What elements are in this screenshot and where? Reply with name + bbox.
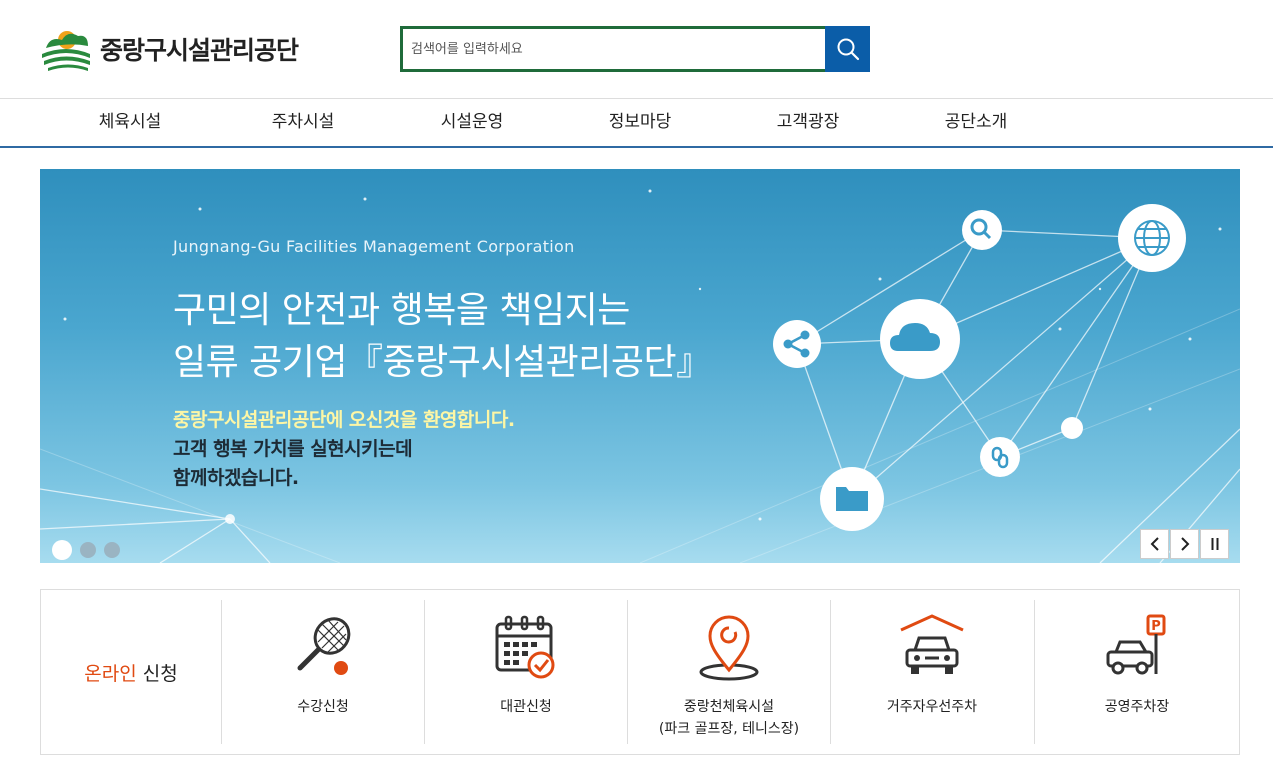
banner-title-line2: 일류 공기업『중랑구시설관리공단』 bbox=[173, 342, 712, 383]
chevron-right-icon bbox=[1180, 537, 1189, 551]
slide-dot-1[interactable] bbox=[52, 540, 72, 560]
nav-item-about[interactable]: 공단소개 bbox=[916, 99, 1036, 147]
quick-item-label-line1: 중랑천체육시설 bbox=[683, 699, 775, 715]
quick-menu-label-rest: 신청 bbox=[142, 662, 178, 685]
nav-item-info[interactable]: 정보마당 bbox=[580, 99, 700, 147]
search-button[interactable] bbox=[825, 26, 870, 72]
search-icon bbox=[837, 38, 859, 61]
main-banner[interactable]: Jungnang-Gu Facilities Management Corpor… bbox=[40, 169, 1240, 563]
banner-title-line1: 구민의 안전과 행복을 책임지는 bbox=[173, 290, 630, 331]
site-header: 중랑구시설관리공단 bbox=[0, 0, 1273, 98]
location-pin-icon bbox=[699, 615, 759, 681]
site-logo[interactable]: 중랑구시설관리공단 bbox=[40, 26, 299, 72]
calendar-check-icon bbox=[495, 615, 555, 679]
pause-icon bbox=[1211, 538, 1218, 550]
quick-item-label: 중랑천체육시설 (파크 골프장, 테니스장) bbox=[628, 696, 830, 740]
quick-item-label-line2: (파크 골프장, 테니스장) bbox=[658, 721, 800, 737]
next-slide-button[interactable] bbox=[1170, 529, 1199, 559]
svg-text:P: P bbox=[1151, 619, 1161, 634]
garage-car-icon bbox=[900, 614, 964, 674]
quick-item-label: 공영주차장 bbox=[1104, 699, 1170, 715]
nav-item-operations[interactable]: 시설운영 bbox=[412, 99, 532, 147]
quick-menu-label-highlight: 온라인 bbox=[84, 662, 137, 685]
quick-item-jungnangcheon-sports[interactable]: 중랑천체육시설 (파크 골프장, 테니스장) bbox=[627, 600, 830, 744]
quick-item-resident-parking[interactable]: 거주자우선주차 bbox=[830, 600, 1033, 744]
nav-item-sports[interactable]: 체육시설 bbox=[70, 99, 190, 147]
search-input[interactable] bbox=[400, 26, 825, 72]
main-nav: 체육시설 주차시설 시설운영 정보마당 고객광장 공단소개 bbox=[0, 98, 1273, 148]
quick-menu-label: 온라인 신청 bbox=[41, 590, 221, 754]
tennis-racket-icon bbox=[297, 617, 351, 675]
pause-slide-button[interactable] bbox=[1200, 529, 1229, 559]
banner-text-line3: 함께하겠습니다. bbox=[173, 467, 299, 489]
slide-dot-3[interactable] bbox=[104, 542, 120, 558]
slide-dot-2[interactable] bbox=[80, 542, 96, 558]
search-bar bbox=[400, 26, 870, 72]
nav-item-customer[interactable]: 고객광장 bbox=[748, 99, 868, 147]
banner-subtitle: Jungnang-Gu Facilities Management Corpor… bbox=[173, 237, 575, 256]
prev-slide-button[interactable] bbox=[1140, 529, 1169, 559]
chevron-left-icon bbox=[1150, 537, 1159, 551]
quick-item-course-registration[interactable]: 수강신청 bbox=[221, 600, 424, 744]
nav-item-parking[interactable]: 주차시설 bbox=[243, 99, 363, 147]
quick-item-label: 수강신청 bbox=[297, 699, 349, 715]
slide-indicators bbox=[52, 540, 120, 560]
quick-menu: 온라인 신청 수강신청 대관신청 중랑천체육시설 (파크 골프장, 테니스장) … bbox=[40, 589, 1240, 755]
quick-item-rental[interactable]: 대관신청 bbox=[424, 600, 627, 744]
banner-highlight: 중랑구시설관리공단에 오신것을 환영합니다. bbox=[173, 409, 515, 431]
quick-item-public-parking[interactable]: P 공영주차장 bbox=[1034, 600, 1239, 744]
slide-controls bbox=[1140, 529, 1229, 559]
logo-text: 중랑구시설관리공단 bbox=[100, 36, 299, 65]
logo-mark-icon bbox=[42, 31, 90, 71]
parking-car-icon: P bbox=[1106, 614, 1166, 675]
banner-text-line2: 고객 행복 가치를 실현시키는데 bbox=[173, 438, 413, 460]
quick-item-label: 대관신청 bbox=[500, 699, 552, 715]
quick-item-label: 거주자우선주차 bbox=[886, 699, 978, 715]
